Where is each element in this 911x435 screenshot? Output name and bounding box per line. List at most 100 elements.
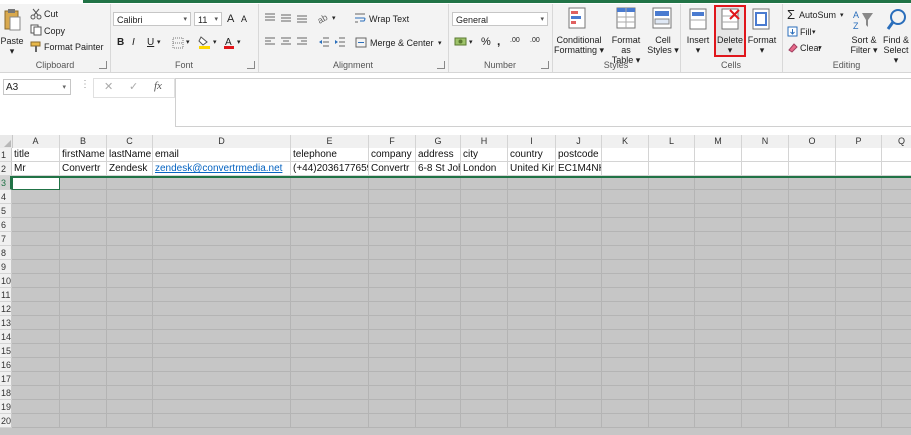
- row-header-4[interactable]: 4: [0, 190, 12, 204]
- cell-i10[interactable]: [508, 274, 556, 288]
- column-header-q[interactable]: Q: [882, 135, 911, 148]
- align-center-icon[interactable]: [280, 37, 292, 47]
- cell-o10[interactable]: [789, 274, 836, 288]
- cell-h14[interactable]: [461, 330, 508, 344]
- cell-e2[interactable]: (+44)2036177659: [291, 162, 369, 176]
- cell-e9[interactable]: [291, 260, 369, 274]
- cell-p2[interactable]: [836, 162, 882, 176]
- cell-q7[interactable]: [882, 232, 911, 246]
- copy-button[interactable]: Copy: [44, 26, 65, 36]
- cell-e16[interactable]: [291, 358, 369, 372]
- align-top-icon[interactable]: [264, 13, 276, 23]
- column-header-e[interactable]: E: [291, 135, 369, 148]
- cell-k8[interactable]: [602, 246, 649, 260]
- cell-l20[interactable]: [649, 414, 695, 428]
- cell-c16[interactable]: [107, 358, 153, 372]
- cell-l7[interactable]: [649, 232, 695, 246]
- cell-p18[interactable]: [836, 386, 882, 400]
- cell-m5[interactable]: [695, 204, 742, 218]
- cell-m8[interactable]: [695, 246, 742, 260]
- cell-i14[interactable]: [508, 330, 556, 344]
- format-painter-button[interactable]: Format Painter: [44, 42, 104, 52]
- cell-a4[interactable]: [12, 190, 60, 204]
- cell-k16[interactable]: [602, 358, 649, 372]
- cell-n15[interactable]: [742, 344, 789, 358]
- merge-dropdown-icon[interactable]: ▾: [438, 39, 442, 47]
- cell-a17[interactable]: [12, 372, 60, 386]
- format-button[interactable]: Format ▾: [746, 35, 778, 55]
- cell-c18[interactable]: [107, 386, 153, 400]
- cell-c3[interactable]: [107, 176, 153, 190]
- cell-e13[interactable]: [291, 316, 369, 330]
- cell-j11[interactable]: [556, 288, 602, 302]
- cell-a13[interactable]: [12, 316, 60, 330]
- cell-c10[interactable]: [107, 274, 153, 288]
- cell-b20[interactable]: [60, 414, 107, 428]
- cell-p13[interactable]: [836, 316, 882, 330]
- cell-o3[interactable]: [789, 176, 836, 190]
- cell-o15[interactable]: [789, 344, 836, 358]
- cell-c4[interactable]: [107, 190, 153, 204]
- borders-icon[interactable]: [172, 37, 184, 49]
- cell-g12[interactable]: [416, 302, 461, 316]
- cell-h16[interactable]: [461, 358, 508, 372]
- cell-f18[interactable]: [369, 386, 416, 400]
- column-header-h[interactable]: H: [461, 135, 508, 148]
- cell-i18[interactable]: [508, 386, 556, 400]
- column-header-n[interactable]: N: [742, 135, 789, 148]
- column-header-l[interactable]: L: [649, 135, 695, 148]
- cell-j9[interactable]: [556, 260, 602, 274]
- cell-l16[interactable]: [649, 358, 695, 372]
- cell-c12[interactable]: [107, 302, 153, 316]
- cancel-icon[interactable]: ✕: [104, 80, 113, 93]
- cell-g1[interactable]: address: [416, 148, 461, 162]
- cell-m4[interactable]: [695, 190, 742, 204]
- cell-c6[interactable]: [107, 218, 153, 232]
- cell-i17[interactable]: [508, 372, 556, 386]
- cell-i7[interactable]: [508, 232, 556, 246]
- cell-j13[interactable]: [556, 316, 602, 330]
- delete-button[interactable]: Delete ▾: [715, 35, 745, 55]
- cell-i8[interactable]: [508, 246, 556, 260]
- cell-a20[interactable]: [12, 414, 60, 428]
- cell-f9[interactable]: [369, 260, 416, 274]
- cell-g2[interactable]: 6-8 St Johr: [416, 162, 461, 176]
- cell-d18[interactable]: [153, 386, 291, 400]
- cell-e20[interactable]: [291, 414, 369, 428]
- cell-m13[interactable]: [695, 316, 742, 330]
- underline-dropdown-icon[interactable]: ▾: [157, 38, 161, 46]
- percent-style-button[interactable]: %: [481, 36, 491, 48]
- cell-f17[interactable]: [369, 372, 416, 386]
- cell-b7[interactable]: [60, 232, 107, 246]
- cell-h2[interactable]: London: [461, 162, 508, 176]
- cell-h12[interactable]: [461, 302, 508, 316]
- cell-a9[interactable]: [12, 260, 60, 274]
- cell-i4[interactable]: [508, 190, 556, 204]
- cell-m9[interactable]: [695, 260, 742, 274]
- cell-b5[interactable]: [60, 204, 107, 218]
- cell-e19[interactable]: [291, 400, 369, 414]
- cell-g5[interactable]: [416, 204, 461, 218]
- cell-a5[interactable]: [12, 204, 60, 218]
- cell-j2[interactable]: EC1M4NH: [556, 162, 602, 176]
- cell-o2[interactable]: [789, 162, 836, 176]
- cell-k17[interactable]: [602, 372, 649, 386]
- cell-e10[interactable]: [291, 274, 369, 288]
- row-header-15[interactable]: 15: [0, 344, 12, 358]
- cell-b15[interactable]: [60, 344, 107, 358]
- cell-j1[interactable]: postcode: [556, 148, 602, 162]
- cell-b18[interactable]: [60, 386, 107, 400]
- cell-j5[interactable]: [556, 204, 602, 218]
- cell-o20[interactable]: [789, 414, 836, 428]
- cell-q1[interactable]: [882, 148, 911, 162]
- borders-dropdown-icon[interactable]: ▾: [186, 38, 190, 46]
- cell-n8[interactable]: [742, 246, 789, 260]
- cell-h19[interactable]: [461, 400, 508, 414]
- font-color-dropdown-icon[interactable]: ▾: [237, 38, 241, 46]
- cell-e15[interactable]: [291, 344, 369, 358]
- cell-j8[interactable]: [556, 246, 602, 260]
- align-bottom-icon[interactable]: [296, 13, 308, 23]
- cell-f2[interactable]: Convertr: [369, 162, 416, 176]
- cell-n9[interactable]: [742, 260, 789, 274]
- name-box[interactable]: A3 ▾: [3, 79, 71, 95]
